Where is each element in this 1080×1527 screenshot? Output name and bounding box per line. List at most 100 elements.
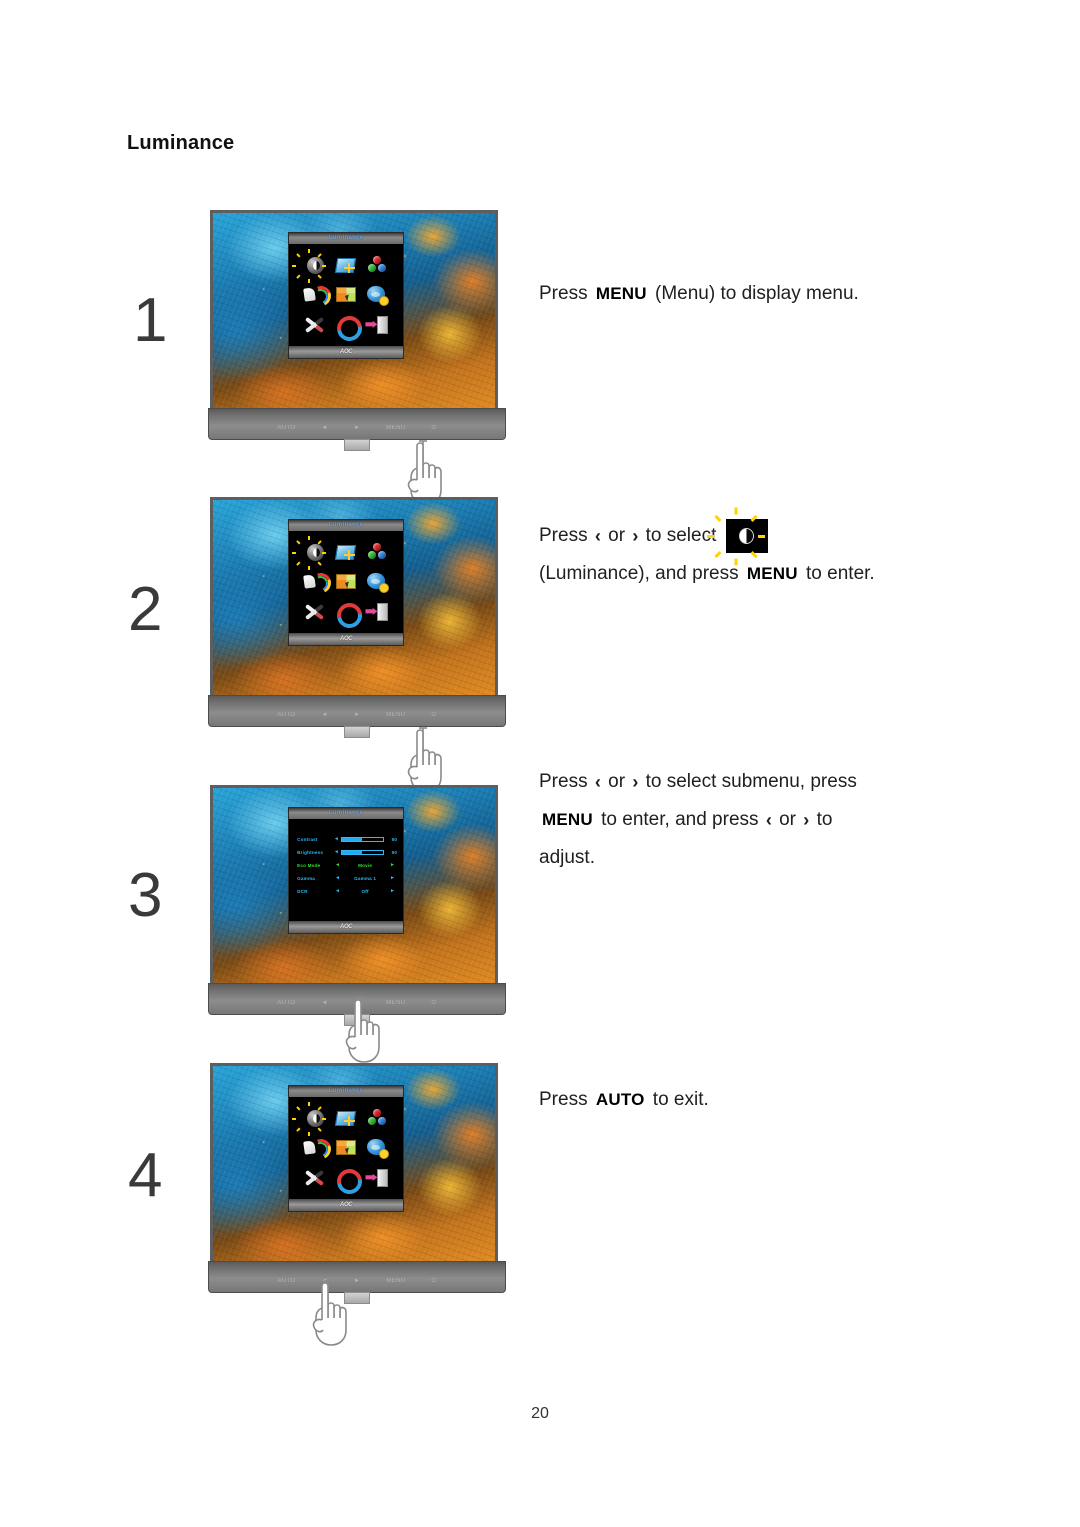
image-setup-icon[interactable] xyxy=(333,1107,359,1131)
picture-boost-icon[interactable] xyxy=(302,1136,334,1163)
monitor-button-row: AUTO ◄ ► MENU ⏻ xyxy=(209,425,505,432)
instr-text: or xyxy=(779,809,796,830)
right-button[interactable]: ► xyxy=(354,425,360,432)
osd-row-gamma[interactable]: Gamma ◄ Gamma 1 ► xyxy=(297,872,397,885)
reset-icon[interactable] xyxy=(332,1163,368,1199)
power-button[interactable]: ⏻ xyxy=(431,425,436,432)
tools-icon[interactable] xyxy=(302,1166,328,1190)
instr-text: (Menu) to display menu. xyxy=(655,283,859,304)
right-arrow-icon[interactable]: ► xyxy=(388,888,397,894)
left-arrow-icon[interactable]: ◄ xyxy=(332,849,341,855)
tools-icon[interactable] xyxy=(302,600,328,624)
instr-text: Press xyxy=(539,771,588,792)
brightness-slider[interactable] xyxy=(340,849,384,855)
left-button[interactable]: ◄ xyxy=(322,712,328,719)
chevron-left-icon: ‹ xyxy=(594,526,601,546)
chevron-left-icon: ‹ xyxy=(594,772,601,792)
monitor-bezel: AUTO ◄ ► MENU ⏻ xyxy=(208,408,506,451)
chevron-left-icon: ‹ xyxy=(765,810,772,830)
menu-button[interactable]: MENU xyxy=(386,425,405,432)
osd-setup-icon[interactable] xyxy=(333,1136,359,1160)
osd-title: Luminance xyxy=(289,807,404,819)
left-arrow-icon[interactable]: ◄ xyxy=(333,888,342,894)
exit-icon[interactable] xyxy=(364,600,390,624)
chevron-right-icon: › xyxy=(632,526,639,546)
menu-key-label: MENU xyxy=(542,810,593,829)
left-arrow-icon[interactable]: ◄ xyxy=(333,875,342,881)
right-arrow-icon[interactable]: ► xyxy=(388,875,397,881)
picture-boost-icon[interactable] xyxy=(302,283,334,310)
auto-button[interactable]: AUTO xyxy=(277,1278,295,1285)
row-label: Brightness xyxy=(297,849,324,855)
osd-icon-grid xyxy=(291,1102,393,1199)
menu-key-label: MENU xyxy=(746,564,798,583)
aoc-logo: AOC xyxy=(339,348,353,355)
page-number: 20 xyxy=(531,1405,549,1422)
extra-icon[interactable] xyxy=(364,1136,390,1160)
tools-icon[interactable] xyxy=(302,313,328,337)
luminance-icon[interactable] xyxy=(291,1102,328,1137)
color-temp-icon[interactable] xyxy=(364,541,390,565)
reset-icon[interactable] xyxy=(332,310,368,346)
left-arrow-icon[interactable]: ◄ xyxy=(333,862,342,868)
extra-icon[interactable] xyxy=(364,283,390,307)
luminance-icon[interactable] xyxy=(291,536,328,571)
instr-text: (Luminance), and press xyxy=(539,563,739,584)
picture-boost-icon[interactable] xyxy=(302,570,334,597)
right-arrow-icon[interactable]: ► xyxy=(388,862,397,868)
auto-button[interactable]: AUTO xyxy=(277,712,295,719)
reset-icon[interactable] xyxy=(332,597,368,633)
pointing-hand-icon xyxy=(297,1278,359,1348)
step-4-instruction: Press AUTO to exit. xyxy=(539,1081,709,1119)
osd-body: Contrast ◄ 50 Brightness ◄ 50 Eco Mode ◄… xyxy=(289,818,404,921)
osd-footer: AOC xyxy=(289,920,404,933)
monitor-button-row: AUTO ◄ ► MENU ⏻ xyxy=(209,712,505,719)
menu-button[interactable]: MENU xyxy=(386,712,405,719)
osd-row-dcr[interactable]: DCR ◄ Off ► xyxy=(297,885,397,898)
osd-footer: AOC xyxy=(289,345,404,358)
osd-row-brightness[interactable]: Brightness ◄ 50 xyxy=(297,846,397,859)
osd-luminance-submenu: Luminance Contrast ◄ 50 Brightness ◄ 50 … xyxy=(289,807,404,933)
left-arrow-icon[interactable]: ◄ xyxy=(332,836,341,842)
menu-button[interactable]: MENU xyxy=(386,1278,405,1285)
image-setup-icon[interactable] xyxy=(333,254,359,278)
osd-setup-icon[interactable] xyxy=(333,283,359,307)
left-button[interactable]: ◄ xyxy=(322,1000,328,1007)
auto-key-label: AUTO xyxy=(595,1090,645,1109)
color-temp-icon[interactable] xyxy=(364,1107,390,1131)
monitor-illustration-2: Luminance AOC AUTO ◄ ► MENU ⏻ xyxy=(208,497,508,738)
osd-row-eco-mode[interactable]: Eco Mode ◄ Movie ► xyxy=(297,859,397,872)
image-setup-icon[interactable] xyxy=(333,541,359,565)
instr-text: to enter, and press xyxy=(601,809,759,830)
row-value: 50 xyxy=(391,849,398,855)
row-value: Gamma 1 xyxy=(354,875,377,881)
osd-footer: AOC xyxy=(289,1198,404,1211)
osd-row-contrast[interactable]: Contrast ◄ 50 xyxy=(297,833,397,846)
power-button[interactable]: ⏻ xyxy=(431,1278,436,1285)
color-temp-icon[interactable] xyxy=(364,254,390,278)
osd-setup-icon[interactable] xyxy=(333,570,359,594)
instr-text: to select submenu, press xyxy=(645,771,857,792)
power-button[interactable]: ⏻ xyxy=(431,712,436,719)
luminance-icon[interactable] xyxy=(291,249,328,284)
instr-text: to select xyxy=(645,525,717,546)
contrast-slider[interactable] xyxy=(340,836,384,842)
menu-key-label: MENU xyxy=(595,284,647,303)
step-number: 3 xyxy=(128,861,163,930)
power-button[interactable]: ⏻ xyxy=(431,1000,436,1007)
step-number: 2 xyxy=(128,575,163,644)
right-button[interactable]: ► xyxy=(354,712,360,719)
osd-title: Luminance xyxy=(289,519,404,531)
osd-icon-grid xyxy=(291,536,393,633)
left-button[interactable]: ◄ xyxy=(322,425,328,432)
extra-icon[interactable] xyxy=(364,570,390,594)
luminance-icon xyxy=(706,507,768,566)
auto-button[interactable]: AUTO xyxy=(277,1000,295,1007)
exit-icon[interactable] xyxy=(364,1166,390,1190)
auto-button[interactable]: AUTO xyxy=(277,425,295,432)
row-value: Off xyxy=(361,888,369,894)
monitor-illustration-3: Luminance Contrast ◄ 50 Brightness ◄ 50 … xyxy=(208,785,508,1026)
instr-text: Press xyxy=(539,1089,588,1110)
exit-icon[interactable] xyxy=(364,313,390,337)
step-number: 4 xyxy=(128,1141,163,1210)
